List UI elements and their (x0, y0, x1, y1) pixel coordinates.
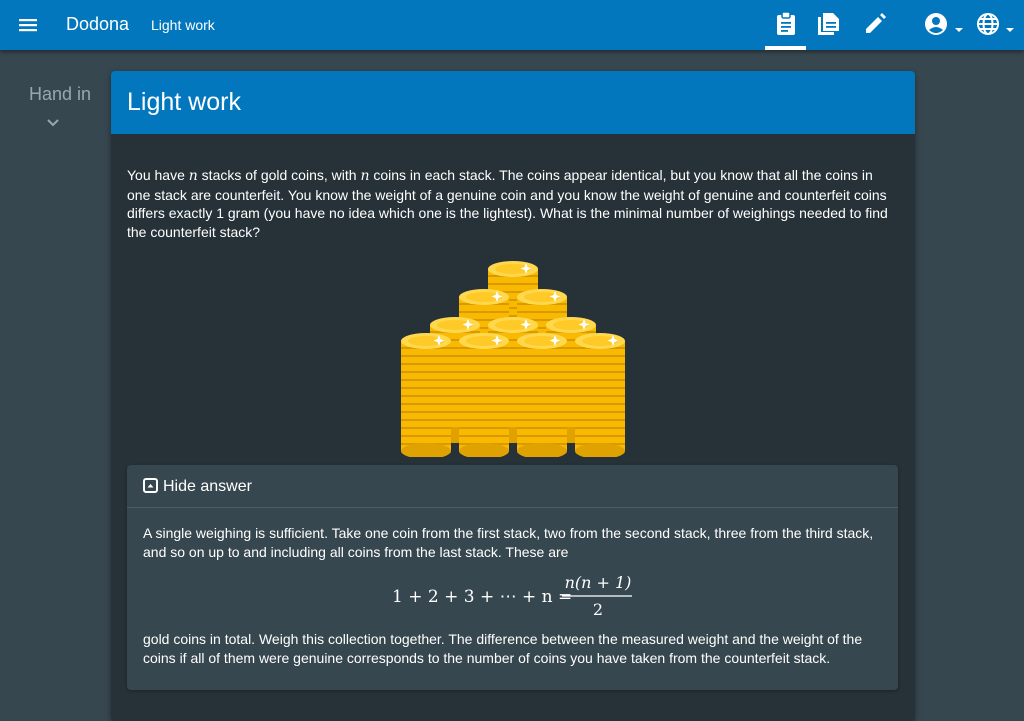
hand-in-label[interactable]: Hand in (29, 84, 91, 105)
formula-denominator: 2 (593, 600, 603, 619)
hide-answer-toggle[interactable]: Hide answer (127, 465, 898, 508)
account-menu-caret[interactable] (955, 28, 963, 32)
formula-left: 1 + 2 + 3 + ⋯ + n = (392, 587, 572, 607)
globe-icon[interactable] (974, 10, 1002, 38)
document-icon[interactable] (815, 10, 843, 38)
answer-paragraph-2: gold coins in total. Weigh this collecti… (143, 631, 863, 666)
gold-coins-image (401, 261, 625, 457)
collapse-icon[interactable] (143, 478, 158, 493)
math-n: n (188, 168, 198, 184)
active-tab-indicator (765, 46, 806, 50)
exercise-title: Light work (127, 88, 241, 116)
formula-numerator: n(n + 1) (565, 573, 632, 592)
breadcrumb[interactable]: Light work (151, 17, 215, 33)
pencil-icon[interactable] (861, 10, 889, 38)
question-text: You have n stacks of gold coins, with n … (127, 167, 888, 240)
menu-icon[interactable] (12, 10, 44, 40)
exercise-card: Light work You have n stacks of gold coi… (111, 71, 915, 721)
clipboard-icon[interactable] (772, 10, 800, 38)
answer-paragraph-1: A single weighing is sufficient. Take on… (143, 525, 874, 560)
account-icon[interactable] (922, 10, 950, 38)
hide-answer-label[interactable]: Hide answer (163, 478, 252, 496)
sum-formula: 1 + 2 + 3 + ⋯ + n = n(n + 1) 2 (392, 573, 632, 619)
top-app-bar: Dodona Light work (0, 0, 1024, 50)
card-header: Light work (111, 71, 915, 134)
language-menu-caret[interactable] (1006, 28, 1014, 32)
answer-panel: Hide answer A single weighing is suffici… (127, 465, 898, 690)
brand-logo[interactable]: Dodona (66, 14, 129, 35)
chevron-down-icon[interactable] (44, 114, 62, 132)
